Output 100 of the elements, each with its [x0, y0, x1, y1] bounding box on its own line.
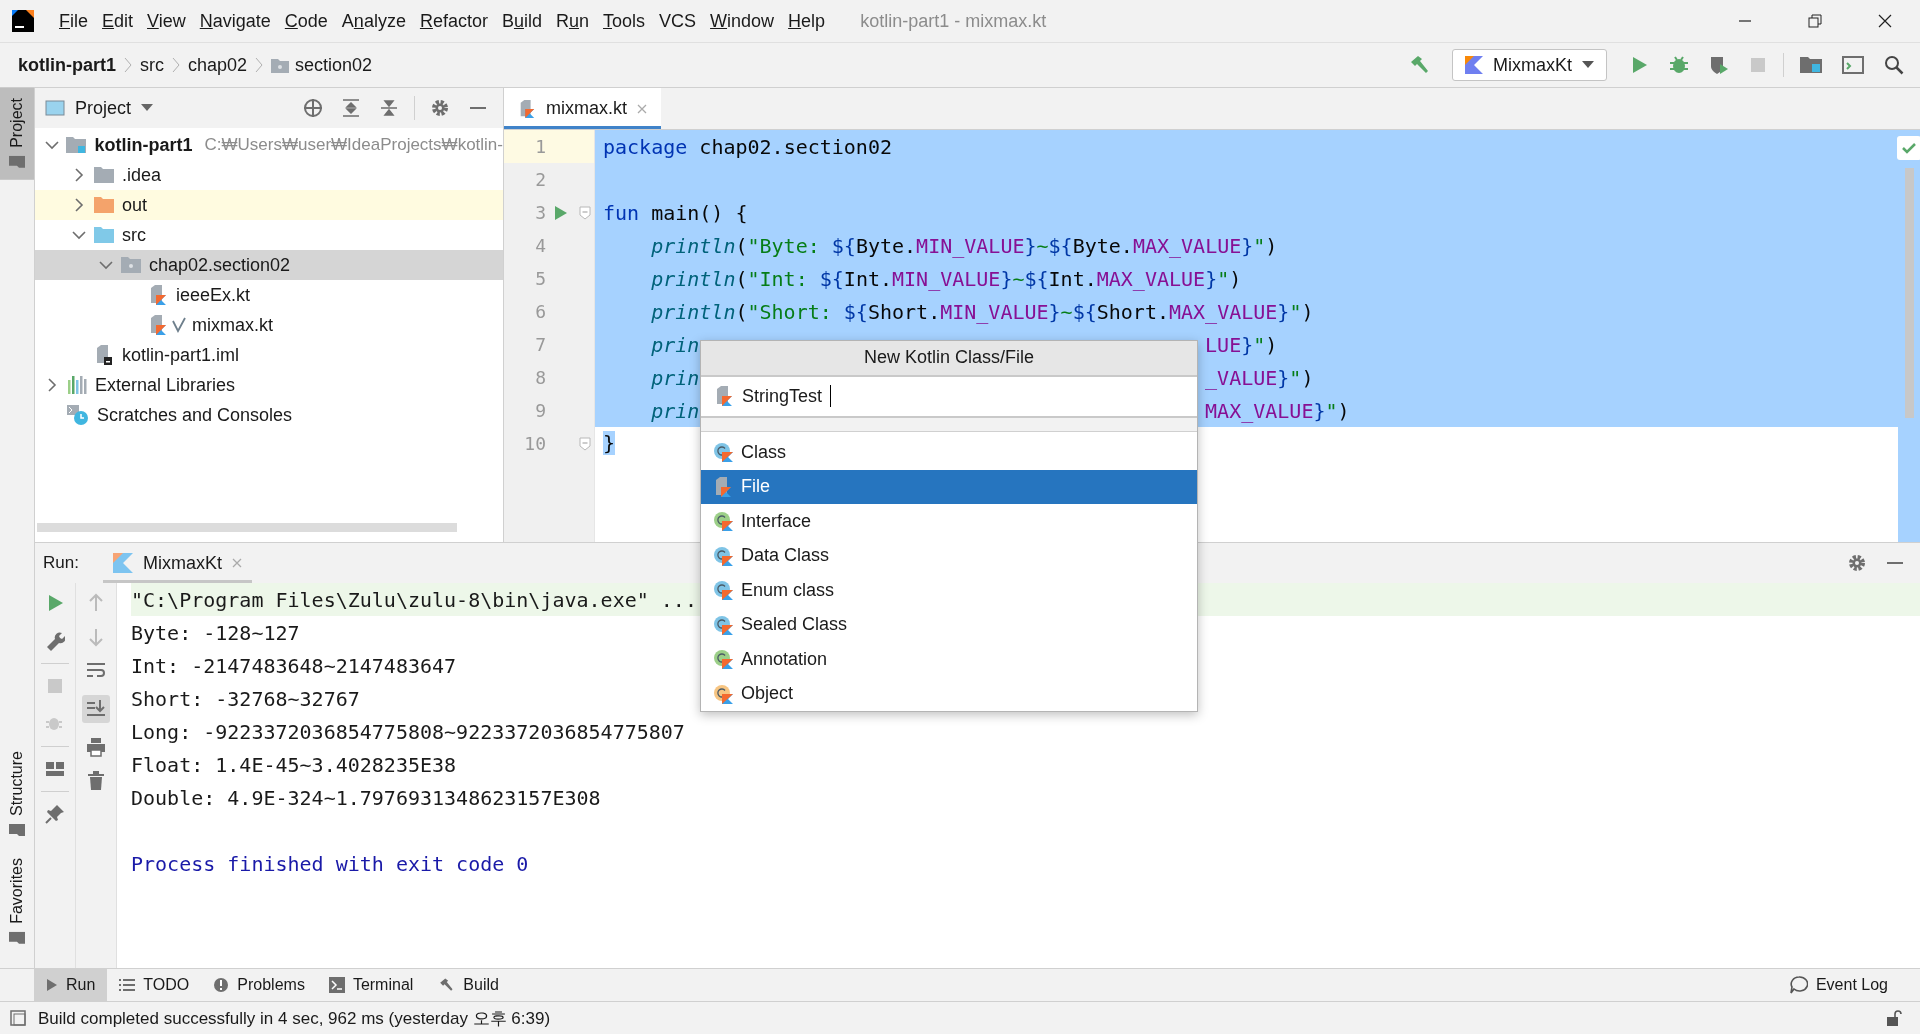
- tree-item[interactable]: src: [35, 220, 503, 250]
- menu-item[interactable]: Refactor: [412, 6, 495, 36]
- code-text: println("Byte: ${Byte.MIN_VALUE}~${Byte.MAX_VALUE}"): [650, 233, 1278, 258]
- menu-item[interactable]: Analyze: [334, 6, 413, 36]
- shield-icon[interactable]: [1709, 55, 1729, 75]
- breadcrumb-item[interactable]: src: [132, 54, 172, 76]
- tree-item[interactable]: kotlin-part1 C:₩Users₩user₩IdeaProjects₩kotlin-: [35, 130, 503, 160]
- menu-item[interactable]: Window: [703, 6, 782, 36]
- collapse-all-icon[interactable]: [379, 98, 399, 118]
- close-icon[interactable]: [1878, 14, 1892, 28]
- editor-tab[interactable]: mixmax.kt: [504, 88, 661, 129]
- console-line: Long: -9223372036854775808~9223372036854775807: [131, 719, 685, 744]
- tree-item[interactable]: kotlin-part1.iml: [35, 340, 503, 370]
- console-line: Float: 1.4E-45~3.4028235E38: [131, 752, 457, 777]
- layout-icon[interactable]: [45, 759, 65, 779]
- scrollbar-thumb[interactable]: [1904, 168, 1914, 418]
- kotlin-class-icon: [713, 580, 733, 601]
- menu-item[interactable]: Build: [494, 6, 549, 36]
- kind-option[interactable]: Sealed Class: [701, 607, 1197, 642]
- menu-item[interactable]: Help: [781, 6, 833, 36]
- name-field[interactable]: StringTest: [701, 376, 1197, 418]
- line-number: 8: [534, 367, 546, 388]
- menu-item[interactable]: Navigate: [192, 6, 278, 36]
- tree-item[interactable]: .idea: [35, 160, 503, 190]
- wrench-icon[interactable]: [45, 631, 65, 651]
- print-icon[interactable]: [86, 737, 106, 757]
- breadcrumb-item[interactable]: chap02: [180, 54, 256, 76]
- kind-option[interactable]: Interface: [701, 504, 1197, 539]
- tree-item[interactable]: mixmax.kt: [35, 310, 503, 340]
- menu-item[interactable]: VCS: [652, 6, 704, 36]
- locate-icon[interactable]: [303, 98, 323, 118]
- search-icon[interactable]: [1884, 55, 1904, 75]
- chevron-icon: [99, 258, 113, 272]
- restore-icon[interactable]: [1808, 14, 1822, 28]
- code-text: }: [603, 431, 616, 455]
- run-configuration-dropdown[interactable]: MixmaxKt: [1452, 49, 1607, 81]
- console-line: Process finished with exit code 0: [131, 851, 529, 876]
- scrollbar-thumb[interactable]: [37, 523, 457, 532]
- tool-window-tab[interactable]: Build: [425, 969, 511, 1001]
- side-tab[interactable]: Project: [0, 88, 34, 180]
- side-tab[interactable]: Structure: [0, 741, 34, 849]
- panel-toggle-icon[interactable]: [10, 1010, 26, 1026]
- menu-item[interactable]: Code: [277, 6, 335, 36]
- kind-option[interactable]: Class: [701, 435, 1197, 470]
- kind-option[interactable]: Enum class: [701, 573, 1197, 608]
- expand-all-icon[interactable]: [341, 98, 361, 118]
- code-text: println("Short: ${Short.MIN_VALUE}~${Short.MAX_VALUE}"): [650, 299, 1314, 324]
- bug-icon[interactable]: [1669, 55, 1689, 75]
- kind-option[interactable]: Data Class: [701, 538, 1197, 573]
- settings-icon[interactable]: [430, 98, 450, 118]
- speech-bubble-icon: [1789, 976, 1808, 994]
- kind-option[interactable]: Object: [701, 676, 1197, 711]
- code-text: fun main() {: [603, 200, 748, 225]
- tree-item[interactable]: out: [35, 190, 503, 220]
- scroll-to-end-icon[interactable]: [82, 695, 110, 723]
- menu-item[interactable]: File: [52, 6, 95, 36]
- lock-icon[interactable]: [1886, 1009, 1902, 1027]
- project-view-dropdown[interactable]: Project: [45, 97, 154, 119]
- code-text: prin: [650, 365, 700, 390]
- chevron-icon: [172, 56, 180, 74]
- status-message: Build completed successfully in 4 sec, 962 ms (yesterday 오후 6:39): [38, 1007, 551, 1030]
- chevron-icon: [255, 56, 264, 74]
- side-tab[interactable]: Favorites: [0, 848, 34, 956]
- folder-icon: [9, 824, 25, 839]
- tree-item[interactable]: Scratches and Consoles: [35, 400, 503, 430]
- tree-item[interactable]: External Libraries: [35, 370, 503, 400]
- menu-item[interactable]: Edit: [95, 6, 141, 36]
- kind-option[interactable]: Annotation: [701, 642, 1197, 677]
- kind-option[interactable]: File: [701, 469, 1197, 504]
- folder-icon: [9, 155, 25, 170]
- pin-icon[interactable]: [45, 804, 65, 824]
- tool-window-tab[interactable]: Terminal: [316, 969, 426, 1001]
- tree-item[interactable]: ieeeEx.kt: [35, 280, 503, 310]
- dialog-title: New Kotlin Class/File: [701, 341, 1197, 377]
- terminal-icon[interactable]: [1842, 55, 1864, 75]
- tree-item[interactable]: chap02.section02: [35, 250, 503, 280]
- list-icon: [119, 978, 136, 992]
- line-number: 5: [534, 268, 546, 289]
- settings-icon[interactable]: [1847, 553, 1867, 573]
- menu-item[interactable]: Run: [549, 6, 596, 36]
- folder-icon[interactable]: [1800, 55, 1822, 75]
- chevron-icon: [72, 198, 86, 212]
- tool-window-tab[interactable]: Problems: [201, 969, 317, 1001]
- console-line: Byte: -128~127: [131, 620, 300, 645]
- breadcrumb-item[interactable]: kotlin-part1: [18, 54, 124, 76]
- event-log-button[interactable]: Event Log: [1777, 969, 1900, 1001]
- menu-item[interactable]: Tools: [596, 6, 653, 36]
- tool-window-tab[interactable]: TODO: [107, 969, 202, 1001]
- library-icon: [67, 376, 87, 394]
- folder-icon: [9, 932, 25, 946]
- run-icon[interactable]: [554, 204, 568, 221]
- window-icon: [45, 100, 65, 116]
- breadcrumb-item[interactable]: section02: [263, 54, 381, 76]
- console-tab[interactable]: MixmaxKt: [102, 543, 252, 583]
- folder-icon: [66, 137, 87, 153]
- kotlin-file-icon: [714, 386, 734, 407]
- code-text: package chap02.section02: [603, 134, 892, 159]
- tool-window-tab[interactable]: Run: [34, 969, 108, 1001]
- trash-icon[interactable]: [86, 771, 106, 791]
- menu-item[interactable]: View: [140, 6, 193, 36]
